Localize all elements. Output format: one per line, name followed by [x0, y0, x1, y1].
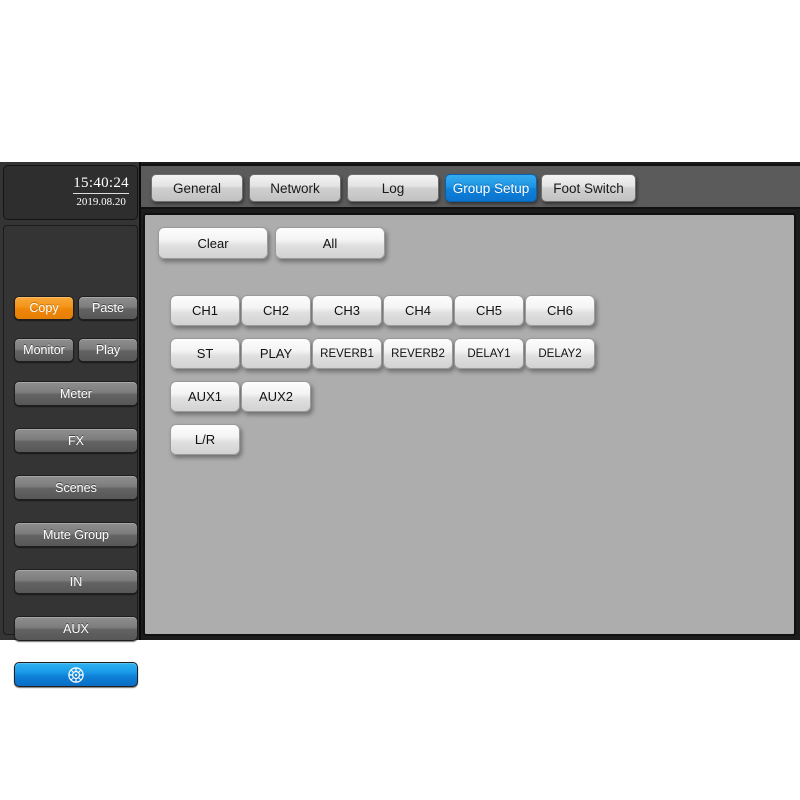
tab-group-setup[interactable]: Group Setup [445, 174, 537, 202]
group-button-delay2[interactable]: DELAY2 [525, 338, 595, 369]
sidebar-button-aux[interactable]: AUX [14, 616, 138, 641]
right-area: General Network Log Group Setup Foot Switch … [141, 162, 800, 640]
group-button-reverb2[interactable]: REVERB2 [383, 338, 453, 369]
tab-general[interactable]: General [151, 174, 243, 202]
sidebar-home-button[interactable] [14, 662, 138, 687]
sidebar-button-mute-group[interactable]: Mute Group [14, 522, 138, 547]
group-button-st[interactable]: ST [170, 338, 240, 369]
group-button-ch3[interactable]: CH3 [312, 295, 382, 326]
group-button-aux1[interactable]: AUX1 [170, 381, 240, 412]
group-button-ch4[interactable]: CH4 [383, 295, 453, 326]
tab-bar: General Network Log Group Setup Foot Switch [141, 164, 800, 209]
group-button-ch6[interactable]: CH6 [525, 295, 595, 326]
sidebar-button-panel: Copy Paste Monitor Play Meter FX Scenes Mute Gr… [3, 225, 138, 687]
target-crosshair-icon [68, 666, 84, 683]
sidebar: 15:40:24 2019.08.20 Copy Paste Monitor Play… [0, 162, 141, 687]
sidebar-button-scenes[interactable]: Scenes [14, 475, 138, 500]
group-button-delay1[interactable]: DELAY1 [454, 338, 524, 369]
sidebar-button-monitor[interactable]: Monitor [14, 338, 74, 362]
clock-display: 15:40:24 2019.08.20 [3, 165, 138, 220]
group-button-reverb1[interactable]: REVERB1 [312, 338, 382, 369]
sidebar-button-copy[interactable]: Copy [14, 296, 74, 320]
group-button-ch1[interactable]: CH1 [170, 295, 240, 326]
device-window: 15:40:24 2019.08.20 Copy Paste Monitor Play… [0, 162, 800, 687]
action-button-all[interactable]: All [275, 227, 385, 259]
sidebar-button-paste[interactable]: Paste [78, 296, 138, 320]
sidebar-button-in[interactable]: IN [14, 569, 138, 594]
group-setup-panel: Clear All CH1 CH2 CH3 CH4 CH5 CH6 ST PLAY REVERB1 R… [143, 213, 796, 636]
group-button-l-r[interactable]: L/R [170, 424, 240, 455]
tab-network[interactable]: Network [249, 174, 341, 202]
group-button-ch5[interactable]: CH5 [454, 295, 524, 326]
clock-date: 2019.08.20 [76, 196, 126, 208]
group-button-ch2[interactable]: CH2 [241, 295, 311, 326]
sidebar-button-play[interactable]: Play [78, 338, 138, 362]
clock-time: 15:40:24 [73, 175, 129, 194]
group-button-aux2[interactable]: AUX2 [241, 381, 311, 412]
sidebar-button-meter[interactable]: Meter [14, 381, 138, 406]
sidebar-button-fx[interactable]: FX [14, 428, 138, 453]
tab-log[interactable]: Log [347, 174, 439, 202]
tab-foot-switch[interactable]: Foot Switch [541, 174, 636, 202]
action-button-clear[interactable]: Clear [158, 227, 268, 259]
clock-inner: 15:40:24 2019.08.20 [73, 175, 129, 209]
group-button-play[interactable]: PLAY [241, 338, 311, 369]
